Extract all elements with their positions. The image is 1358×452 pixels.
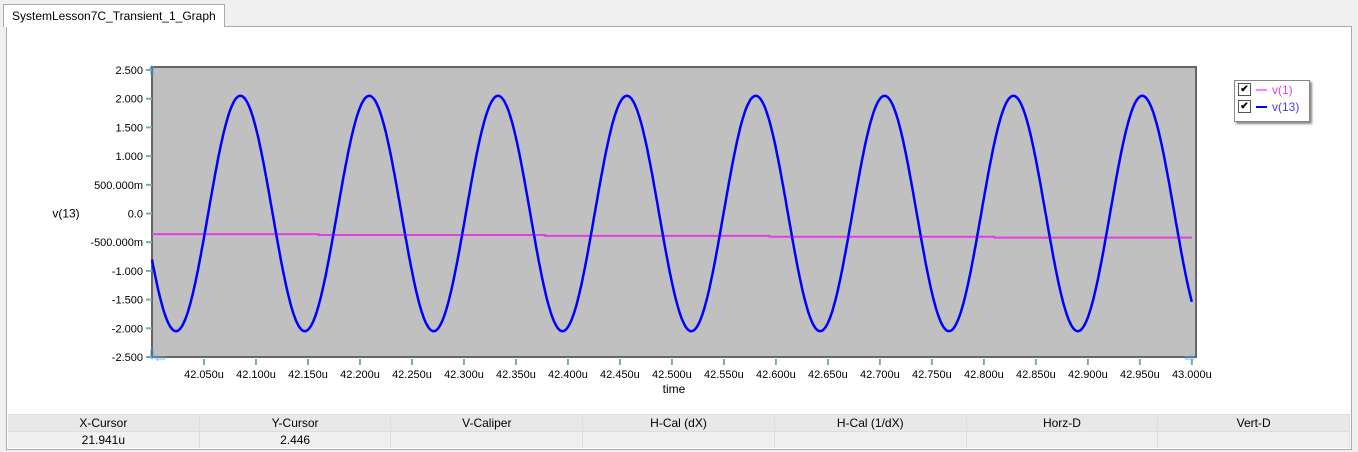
cursor-table: X-Cursor Y-Cursor V-Caliper H-Cal (dX) H… xyxy=(8,414,1351,448)
x-tick-label: 42.450u xyxy=(600,369,640,381)
y-scroll-up-icon: ⇧ xyxy=(147,63,158,78)
cursor-table-header: X-Cursor Y-Cursor V-Caliper H-Cal (dX) H… xyxy=(8,414,1351,431)
value-x-cursor: 21.941u xyxy=(8,432,200,448)
legend-item-v13[interactable]: ✔ v(13) xyxy=(1235,98,1309,115)
x-tick-label: 42.600u xyxy=(756,369,796,381)
value-y-cursor: 2.446 xyxy=(200,432,392,448)
cursor-table-values: 21.941u 2.446 xyxy=(8,431,1351,448)
header-h-cal-inv: H-Cal (1/dX) xyxy=(775,415,967,431)
checkbox-v13[interactable]: ✔ xyxy=(1238,100,1251,113)
y-tick-label: -1.000 xyxy=(112,266,143,278)
y-tick-label: 2.500 xyxy=(115,65,143,77)
header-h-cal-dx: H-Cal (dX) xyxy=(583,415,775,431)
legend-label: v(1) xyxy=(1272,82,1293,97)
x-axis-label: time xyxy=(663,382,686,396)
y-tick-label: -1.500 xyxy=(112,295,143,307)
x-tick-label: 42.650u xyxy=(808,369,848,381)
y-tick-label: 1.000 xyxy=(115,151,143,163)
header-horz-d: Horz-D xyxy=(967,415,1159,431)
y-tick-label: 1.500 xyxy=(115,122,143,134)
x-tick-label: 42.950u xyxy=(1120,369,1160,381)
value-h-cal-inv xyxy=(775,432,967,448)
x-tick-label: 42.500u xyxy=(652,369,692,381)
value-v-caliper xyxy=(391,432,584,448)
x-tick-label: 42.700u xyxy=(860,369,900,381)
x-tick-label: 42.250u xyxy=(392,369,432,381)
x-tick-label: 42.750u xyxy=(912,369,952,381)
value-vert-d xyxy=(1158,432,1351,448)
header-vert-d: Vert-D xyxy=(1158,415,1351,431)
legend-label: v(13) xyxy=(1272,99,1300,114)
swatch-v1 xyxy=(1256,88,1267,91)
x-tick-label: 42.550u xyxy=(704,369,744,381)
x-tick-label: 42.100u xyxy=(236,369,276,381)
x-tick-label: 43.000u xyxy=(1172,369,1212,381)
x-tick-label: 42.200u xyxy=(340,369,380,381)
y-tick-label: 500.000m xyxy=(94,180,143,192)
x-tick-label: 42.150u xyxy=(288,369,328,381)
x-tick-label: 42.850u xyxy=(1016,369,1056,381)
y-tick-label: -2.000 xyxy=(112,323,143,335)
y-tick-label: 2.000 xyxy=(115,94,143,106)
y-axis-label: v(13) xyxy=(52,207,79,221)
checkbox-v1[interactable]: ✔ xyxy=(1238,83,1251,96)
x-tick-label: 42.350u xyxy=(496,369,536,381)
x-tick-label: 42.800u xyxy=(964,369,1004,381)
x-tick-label: 42.300u xyxy=(444,369,484,381)
header-v-caliper: V-Caliper xyxy=(391,415,584,431)
x-tick-label: 42.400u xyxy=(548,369,588,381)
swatch-v13 xyxy=(1256,105,1267,108)
graph-tab[interactable]: SystemLesson7C_Transient_1_Graph xyxy=(3,4,225,27)
x-tick-label: 42.900u xyxy=(1068,369,1108,381)
y-tick-label: -2.500 xyxy=(112,352,143,364)
value-horz-d xyxy=(967,432,1159,448)
x-scroll-left-icon: ⇦ xyxy=(155,350,166,365)
chart: 2.500 2.000 1.500 1.000 500.000m 0.0 -500.000m… xyxy=(52,63,1212,396)
plot-area xyxy=(151,66,1197,358)
header-x-cursor: X-Cursor xyxy=(8,415,200,431)
legend: ✔ v(1) ✔ v(13) xyxy=(1234,80,1310,122)
y-tick-label: -500.000m xyxy=(90,237,143,249)
x-scroll-right-icon: ⇨ xyxy=(1185,350,1196,365)
legend-item-v1[interactable]: ✔ v(1) xyxy=(1235,81,1309,98)
x-tick-label: 42.050u xyxy=(184,369,224,381)
y-tick-label: 0.0 xyxy=(128,209,143,221)
header-y-cursor: Y-Cursor xyxy=(200,415,392,431)
value-h-cal-dx xyxy=(583,432,775,448)
